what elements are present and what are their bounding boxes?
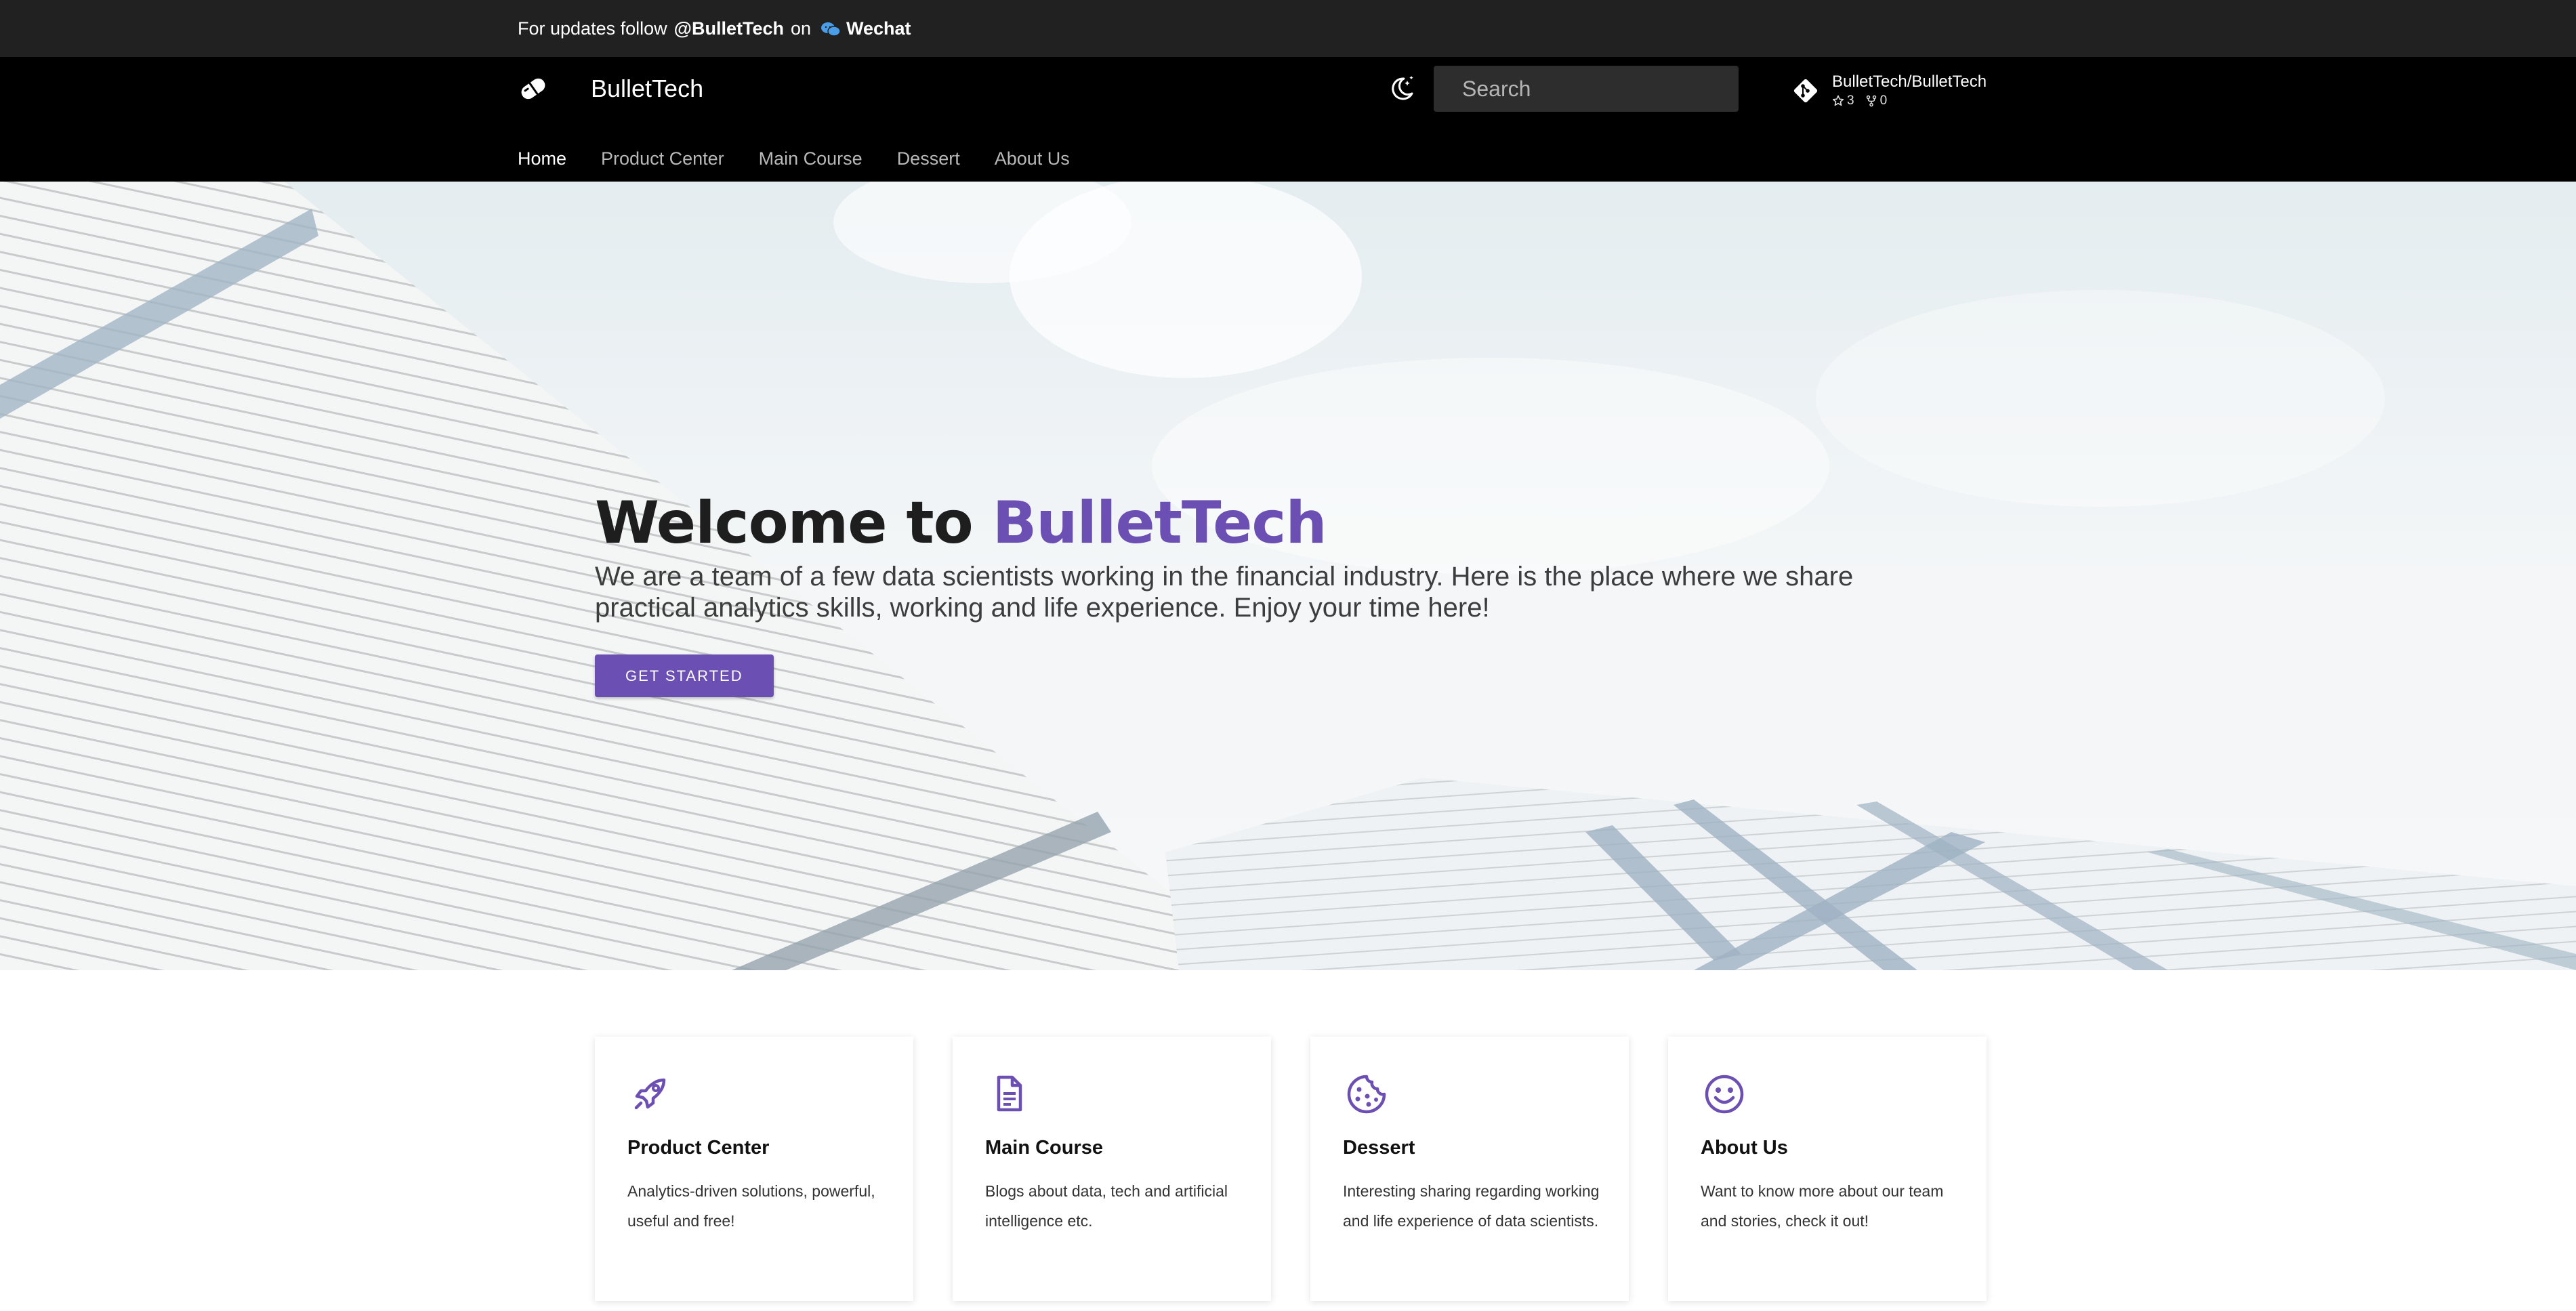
- card-main-course[interactable]: Main Course Blogs about data, tech and a…: [953, 1037, 1271, 1301]
- pill-logo-icon[interactable]: [516, 72, 550, 106]
- nav-tabs: Home Product Center Main Course Dessert …: [518, 138, 1104, 179]
- tab-about-us[interactable]: About Us: [995, 148, 1070, 169]
- card-description: Want to know more about our team and sto…: [1701, 1182, 1944, 1230]
- fork-icon: [1866, 95, 1876, 107]
- card-description: Blogs about data, tech and artificial in…: [985, 1182, 1228, 1230]
- hero-subtitle: We are a team of a few data scientists w…: [595, 562, 1854, 623]
- announcement-handle[interactable]: @BulletTech: [674, 18, 784, 39]
- repo-forks-count: 0: [1879, 93, 1888, 108]
- announcement-content: For updates follow @BulletTech on Wechat: [518, 0, 911, 57]
- repo-text: BulletTech/BulletTech 3 0: [1832, 72, 1987, 109]
- card-description: Interesting sharing regarding working an…: [1343, 1182, 1600, 1230]
- tab-home[interactable]: Home: [518, 148, 566, 169]
- card-title: Dessert: [1343, 1137, 1415, 1159]
- document-icon: [997, 1075, 1022, 1112]
- search-box[interactable]: [1434, 66, 1747, 112]
- repo-forks: 0: [1865, 93, 1888, 109]
- card-title: About Us: [1701, 1137, 1788, 1159]
- moon-stars-icon[interactable]: [1386, 73, 1416, 103]
- rocket-icon: [634, 1078, 666, 1110]
- search-input[interactable]: [1447, 66, 1747, 112]
- hero-title: Welcome to BulletTech: [595, 489, 1950, 557]
- tab-product-center[interactable]: Product Center: [601, 148, 724, 169]
- git-icon: [1793, 79, 1818, 103]
- announcement-on: on: [790, 18, 812, 39]
- cookie-icon: [1347, 1075, 1386, 1114]
- get-started-button[interactable]: GET STARTED: [595, 654, 774, 697]
- card-title: Product Center: [627, 1137, 770, 1159]
- announcement-prefix: For updates follow: [518, 18, 667, 39]
- card-product-center[interactable]: Product Center Analytics-driven solution…: [595, 1037, 913, 1301]
- hero-section: Welcome to BulletTech We are a team of a…: [0, 182, 2576, 970]
- repo-stars: 3: [1832, 93, 1854, 109]
- site-title[interactable]: BulletTech: [591, 74, 703, 104]
- star-icon: [1832, 95, 1844, 106]
- card-about-us[interactable]: About Us Want to know more about our tea…: [1668, 1037, 1987, 1301]
- hero-title-prefix: Welcome to: [595, 489, 974, 557]
- feature-cards: Product Center Analytics-driven solution…: [595, 1037, 1987, 1301]
- announcement-platform[interactable]: Wechat: [846, 18, 911, 39]
- repo-stars-count: 3: [1847, 93, 1854, 108]
- hero-content: Welcome to BulletTech We are a team of a…: [595, 489, 1950, 697]
- card-description: Analytics-driven solutions, powerful, us…: [627, 1182, 875, 1230]
- site-header: BulletTech BulletTech/BulletTech: [0, 57, 2576, 182]
- card-title: Main Course: [985, 1137, 1104, 1159]
- repo-name: BulletTech/BulletTech: [1832, 72, 1987, 91]
- smile-icon: [1705, 1075, 1744, 1114]
- repo-facts: 3 0: [1832, 93, 1987, 109]
- tab-main-course[interactable]: Main Course: [759, 148, 863, 169]
- card-dessert[interactable]: Dessert Interesting sharing regarding wo…: [1310, 1037, 1629, 1301]
- hero-title-accent: BulletTech: [992, 489, 1327, 557]
- tab-dessert[interactable]: Dessert: [897, 148, 960, 169]
- announcement-bar: For updates follow @BulletTech on Wechat: [0, 0, 2576, 57]
- wechat-icon: [821, 22, 841, 37]
- repo-link[interactable]: BulletTech/BulletTech 3 0: [1791, 69, 1987, 112]
